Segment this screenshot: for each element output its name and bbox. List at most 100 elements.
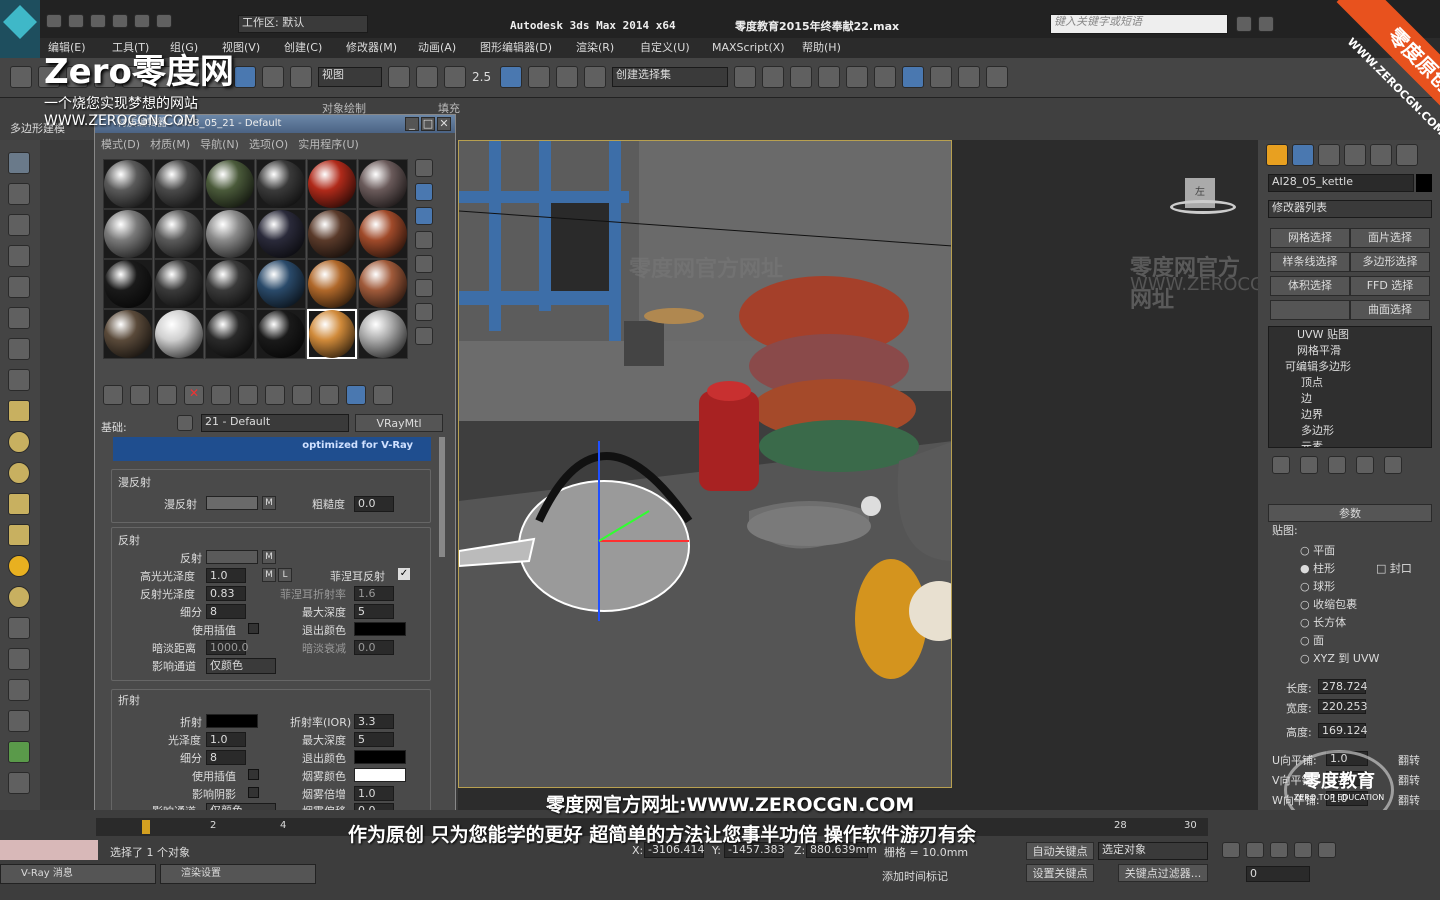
uv-tiling-icon[interactable] bbox=[415, 231, 433, 249]
teapot-prim-icon[interactable] bbox=[8, 493, 30, 515]
move-icon[interactable] bbox=[234, 66, 256, 88]
mirror-icon[interactable] bbox=[734, 66, 756, 88]
current-frame-field[interactable]: 0 bbox=[1246, 866, 1310, 882]
refr-exit-color-swatch[interactable] bbox=[354, 750, 406, 764]
set-key-button[interactable]: 设置关键点 bbox=[1026, 864, 1094, 882]
opt-box[interactable]: ○ 长方体 bbox=[1300, 614, 1379, 632]
make-unique-stack-icon[interactable] bbox=[1328, 456, 1346, 474]
background-icon[interactable] bbox=[415, 207, 433, 225]
menu-modifiers[interactable]: 修改器(M) bbox=[346, 38, 418, 58]
spline-select-button[interactable]: 样条线选择 bbox=[1270, 252, 1350, 272]
me-menu-options[interactable]: 选项(O) bbox=[249, 136, 288, 152]
workspace-select[interactable]: 工作区: 默认 bbox=[238, 15, 368, 33]
put-to-scene-icon[interactable] bbox=[130, 385, 150, 405]
maximize-button[interactable]: □ bbox=[421, 117, 435, 131]
dim-falloff-field[interactable]: 0.0 bbox=[354, 640, 394, 655]
link-icon[interactable] bbox=[10, 66, 32, 88]
binoculars-icon[interactable] bbox=[1236, 16, 1252, 32]
add-time-tag[interactable]: 添加时间标记 bbox=[882, 868, 948, 884]
align-icon[interactable] bbox=[762, 66, 784, 88]
show-map-icon[interactable] bbox=[319, 385, 339, 405]
length-field[interactable]: 278.724 bbox=[1318, 679, 1368, 694]
max-depth-field[interactable]: 5 bbox=[354, 604, 394, 619]
diffuse-map-button[interactable]: M bbox=[262, 496, 276, 510]
menu-animation[interactable]: 动画(A) bbox=[418, 38, 480, 58]
material-slot[interactable] bbox=[307, 159, 357, 209]
material-slot[interactable] bbox=[307, 209, 357, 259]
material-slot[interactable] bbox=[256, 159, 306, 209]
remove-modifier-icon[interactable] bbox=[1356, 456, 1374, 474]
display-tab-icon[interactable] bbox=[1370, 144, 1392, 166]
object-color-swatch[interactable] bbox=[1416, 174, 1432, 192]
prev-frame-icon[interactable] bbox=[1246, 842, 1264, 858]
show-end-icon[interactable] bbox=[1300, 456, 1318, 474]
material-name-select[interactable]: 21 - Default bbox=[201, 414, 349, 432]
fresnel-checkbox[interactable]: ✓ bbox=[398, 568, 410, 580]
opt-face[interactable]: ○ 面 bbox=[1300, 632, 1379, 650]
video-color-icon[interactable] bbox=[415, 255, 433, 273]
auto-key-button[interactable]: 自动关键点 bbox=[1026, 842, 1094, 860]
stack-editable-poly[interactable]: 可编辑多边形 bbox=[1273, 359, 1431, 375]
cap-checkbox[interactable]: □ 封口 bbox=[1376, 560, 1412, 576]
make-preview-icon[interactable] bbox=[415, 279, 433, 297]
material-slot[interactable] bbox=[205, 309, 255, 359]
refl-gloss-field[interactable]: 0.83 bbox=[206, 586, 246, 601]
modify-tab-icon[interactable] bbox=[1292, 144, 1314, 166]
poly-select-button[interactable]: 多边形选择 bbox=[1350, 252, 1430, 272]
create-tab-icon[interactable] bbox=[1266, 144, 1288, 166]
me-scrollbar[interactable] bbox=[439, 437, 445, 557]
reflect-swatch[interactable] bbox=[206, 550, 258, 564]
search-input[interactable]: 键入关键字或短语 bbox=[1050, 14, 1228, 34]
object-name-field[interactable]: AI28_05_kettle bbox=[1268, 174, 1414, 192]
opt-cylindrical[interactable]: ● 柱形 bbox=[1300, 560, 1379, 578]
light-icon[interactable] bbox=[8, 276, 30, 298]
snap-toggle[interactable]: 2.5 bbox=[472, 70, 494, 84]
camera-icon[interactable] bbox=[8, 307, 30, 329]
material-slot[interactable] bbox=[205, 259, 255, 309]
minimize-button[interactable]: _ bbox=[405, 117, 419, 131]
material-slot[interactable] bbox=[154, 209, 204, 259]
get-material-icon[interactable] bbox=[103, 385, 123, 405]
gloss-field[interactable]: 1.0 bbox=[206, 732, 246, 747]
w-flip[interactable]: 翻转 bbox=[1398, 792, 1420, 808]
material-slot[interactable] bbox=[103, 159, 153, 209]
helper-icon[interactable] bbox=[8, 338, 30, 360]
hilight-map-button[interactable]: M bbox=[262, 568, 276, 582]
material-slot[interactable] bbox=[103, 209, 153, 259]
pin-stack-icon[interactable] bbox=[1272, 456, 1290, 474]
material-id-icon[interactable] bbox=[292, 385, 312, 405]
height-field[interactable]: 169.124 bbox=[1318, 723, 1368, 738]
sun-icon[interactable] bbox=[8, 555, 30, 577]
me-menu-utilities[interactable]: 实用程序(U) bbox=[298, 136, 359, 152]
render-frame-icon[interactable] bbox=[958, 66, 980, 88]
affect-shadows-checkbox[interactable] bbox=[248, 787, 259, 798]
u-flip[interactable]: 翻转 bbox=[1398, 752, 1420, 768]
cone-icon[interactable] bbox=[8, 524, 30, 546]
schematic-icon[interactable] bbox=[874, 66, 896, 88]
teapot-icon[interactable] bbox=[8, 152, 30, 174]
render-setup-icon[interactable] bbox=[930, 66, 952, 88]
hair-icon[interactable] bbox=[8, 772, 30, 794]
material-slot[interactable] bbox=[256, 259, 306, 309]
stack-meshsmooth[interactable]: 网格平滑 bbox=[1273, 343, 1431, 359]
dim-dist-field[interactable]: 1000.0 bbox=[206, 640, 249, 655]
hilight-gloss-field[interactable]: 1.0 bbox=[206, 568, 246, 583]
play-icon[interactable] bbox=[1270, 842, 1288, 858]
options-icon[interactable] bbox=[415, 303, 433, 321]
material-slot[interactable] bbox=[154, 259, 204, 309]
material-slot[interactable] bbox=[358, 159, 408, 209]
open-icon[interactable] bbox=[68, 14, 84, 28]
goto-start-icon[interactable] bbox=[1222, 842, 1240, 858]
material-slot[interactable] bbox=[358, 259, 408, 309]
stack-element[interactable]: 元素 bbox=[1273, 439, 1431, 447]
material-slot[interactable] bbox=[205, 209, 255, 259]
roughness-field[interactable]: 0.0 bbox=[354, 496, 394, 512]
modifier-list-select[interactable]: 修改器列表 bbox=[1268, 200, 1432, 218]
fog-mult-field[interactable]: 1.0 bbox=[354, 786, 394, 801]
make-unique-icon[interactable] bbox=[238, 385, 258, 405]
material-slot[interactable] bbox=[205, 159, 255, 209]
eyedropper-icon[interactable] bbox=[177, 415, 193, 431]
curve-editor-icon[interactable] bbox=[846, 66, 868, 88]
material-type-button[interactable]: VRayMtl bbox=[355, 414, 443, 432]
menu-rendering[interactable]: 渲染(R) bbox=[576, 38, 640, 58]
